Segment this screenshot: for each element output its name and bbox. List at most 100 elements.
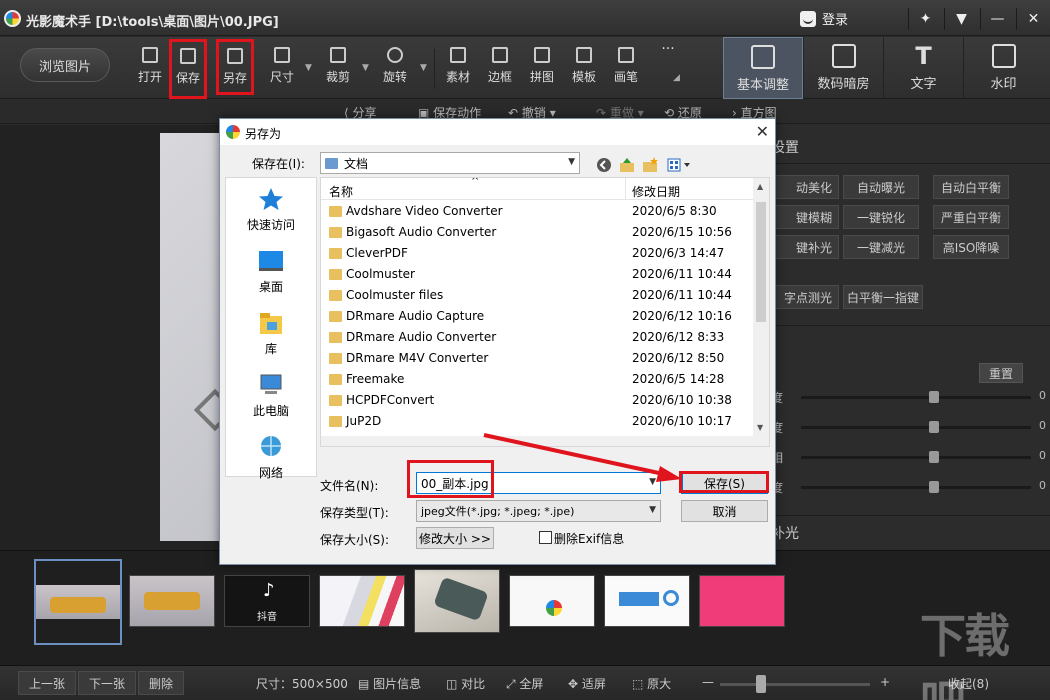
slider-track[interactable] <box>801 426 1031 429</box>
border-button[interactable]: 边框 <box>480 45 520 91</box>
filetype-dropdown[interactable]: jpeg文件(*.jpg; *.jpeg; *.jpe) ▼ <box>416 500 661 522</box>
save-button[interactable]: 保存 <box>169 39 207 99</box>
up-folder-icon[interactable] <box>618 156 636 174</box>
folder-icon <box>329 269 342 280</box>
file-row[interactable]: Bigasoft Audio Converter 2020/6/15 10:56 <box>321 222 755 243</box>
file-row[interactable]: Avdshare Video Converter 2020/6/5 8:30 <box>321 201 755 222</box>
open-button[interactable]: 打开 <box>130 45 170 91</box>
more-tools-button[interactable]: ··· <box>648 41 688 87</box>
reset-button[interactable]: 重置 <box>979 363 1023 383</box>
zoom-in-icon[interactable]: + <box>880 675 890 689</box>
thumbnail[interactable] <box>129 575 215 627</box>
column-date[interactable]: 修改日期 <box>632 183 680 200</box>
file-date: 2020/6/11 10:44 <box>632 288 732 302</box>
slider-handle[interactable] <box>929 421 939 433</box>
remove-exif-checkbox[interactable] <box>539 531 552 544</box>
thumbnail[interactable] <box>509 575 595 627</box>
template-button[interactable]: 模板 <box>564 45 604 91</box>
zoom-slider-handle[interactable] <box>756 675 766 693</box>
collage-button[interactable]: 拼图 <box>522 45 562 91</box>
filetype-label: 保存类型(T): <box>320 506 389 520</box>
file-row[interactable]: HCPDFConvert 2020/6/10 10:38 <box>321 390 755 411</box>
original-size-button[interactable]: ⬚ 原大 <box>632 675 671 692</box>
thumbnail[interactable] <box>34 559 122 645</box>
auto-exposure-button[interactable]: 自动曝光 <box>843 175 919 199</box>
file-row[interactable]: JuP2D 2020/6/10 10:17 <box>321 411 755 432</box>
place-network[interactable]: 网络 <box>226 434 316 481</box>
file-row[interactable]: DRmare M4V Converter 2020/6/12 8:50 <box>321 348 755 369</box>
tab-digital-darkroom[interactable]: 数码暗房 <box>803 37 883 99</box>
material-button[interactable]: 素材 <box>438 45 478 91</box>
rotate-button[interactable]: 旋转 <box>375 45 415 91</box>
filmstrip: ♪ 抖音 <box>0 550 1050 665</box>
tab-basic-adjust[interactable]: 基本调整 <box>723 37 803 99</box>
file-row[interactable]: Coolmuster files 2020/6/11 10:44 <box>321 285 755 306</box>
rotate-dropdown-icon[interactable]: ▼ <box>420 63 427 73</box>
thumbnail[interactable]: ♪ 抖音 <box>224 575 310 627</box>
one-click-reduce-light-button[interactable]: 一键减光 <box>843 235 919 259</box>
place-desktop[interactable]: 桌面 <box>226 248 316 295</box>
scrollbar-thumb[interactable] <box>756 202 766 322</box>
resize-options-button[interactable]: 修改大小 >> <box>416 527 494 549</box>
file-row[interactable]: DRmare Audio Converter 2020/6/12 8:33 <box>321 327 755 348</box>
file-row[interactable]: CleverPDF 2020/6/3 14:47 <box>321 243 755 264</box>
file-list[interactable]: 名称 ^ 修改日期 Avdshare Video Converter 2020/6… <box>320 177 770 447</box>
resize-button[interactable]: 尺寸 <box>262 45 302 91</box>
folder-icon <box>329 290 342 301</box>
new-folder-icon[interactable] <box>641 156 659 174</box>
back-icon[interactable] <box>595 156 613 174</box>
login-button[interactable]: 登录 <box>800 9 848 28</box>
strong-white-balance-button[interactable]: 严重白平衡 <box>933 205 1009 229</box>
one-click-sharpen-button[interactable]: 一键锐化 <box>843 205 919 229</box>
brush-button[interactable]: 画笔 <box>606 45 646 91</box>
menu-button[interactable]: ▼ <box>944 8 978 30</box>
slider-handle[interactable] <box>929 391 939 403</box>
minimize-button[interactable]: — <box>980 8 1014 30</box>
prev-image-button[interactable]: 上一张 <box>18 671 77 695</box>
file-list-scrollbar[interactable]: ▲ ▼ <box>753 178 769 446</box>
zoom-out-icon[interactable]: — <box>702 675 714 689</box>
skin-button[interactable]: ✦ <box>908 8 942 30</box>
scroll-up-icon[interactable]: ▲ <box>757 182 763 191</box>
place-quick-access[interactable]: 快速访问 <box>226 186 316 233</box>
thumbnail[interactable] <box>604 575 690 627</box>
image-info-button[interactable]: ▤ 图片信息 <box>358 675 421 692</box>
crop-button[interactable]: 裁剪 <box>318 45 358 91</box>
view-menu-icon[interactable] <box>666 156 692 174</box>
file-row[interactable]: Freemake 2020/6/5 14:28 <box>321 369 755 390</box>
thumbnail[interactable] <box>319 575 405 627</box>
file-row[interactable]: DRmare Audio Capture 2020/6/12 10:16 <box>321 306 755 327</box>
auto-white-balance-button[interactable]: 自动白平衡 <box>933 175 1009 199</box>
compare-button[interactable]: ◫ 对比 <box>446 675 485 692</box>
tab-watermark[interactable]: 水印 <box>963 37 1043 99</box>
place-this-pc[interactable]: 此电脑 <box>226 372 316 419</box>
close-button[interactable]: ✕ <box>1016 8 1050 30</box>
browse-images-button[interactable]: 浏览图片 <box>20 48 110 82</box>
tab-text[interactable]: T 文字 <box>883 37 963 99</box>
scroll-down-icon[interactable]: ▼ <box>757 423 763 432</box>
zoom-slider-track[interactable] <box>720 683 870 686</box>
dialog-cancel-button[interactable]: 取消 <box>681 500 768 522</box>
save-as-button[interactable]: 另存 <box>216 39 254 95</box>
fullscreen-button[interactable]: ⤢ 全屏 <box>506 675 543 692</box>
save-in-dropdown[interactable]: 文档 ▼ <box>320 152 580 174</box>
column-name[interactable]: 名称 <box>329 183 353 200</box>
next-image-button[interactable]: 下一张 <box>78 671 137 695</box>
slider-track[interactable] <box>801 486 1031 489</box>
fit-screen-button[interactable]: ✥ 适屏 <box>568 675 606 692</box>
slider-handle[interactable] <box>929 451 939 463</box>
white-balance-picker-button[interactable]: 白平衡一指键 <box>843 285 923 309</box>
file-list-hscrollbar[interactable] <box>321 436 755 446</box>
delete-image-button[interactable]: 删除 <box>138 671 185 695</box>
dialog-close-icon[interactable]: ✕ <box>756 122 769 141</box>
place-library[interactable]: 库 <box>226 310 316 357</box>
thumbnail[interactable] <box>699 575 785 627</box>
file-row[interactable]: Coolmuster 2020/6/11 10:44 <box>321 264 755 285</box>
slider-track[interactable] <box>801 396 1031 399</box>
slider-track[interactable] <box>801 456 1031 459</box>
slider-handle[interactable] <box>929 481 939 493</box>
crop-dropdown-icon[interactable]: ▼ <box>362 63 369 73</box>
thumbnail[interactable] <box>414 569 500 633</box>
resize-dropdown-icon[interactable]: ▼ <box>305 63 312 73</box>
high-iso-denoise-button[interactable]: 高ISO降噪 <box>933 235 1009 259</box>
